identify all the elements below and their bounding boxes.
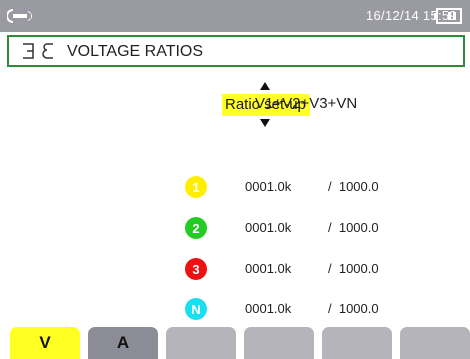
tab-empty-6[interactable] xyxy=(400,327,470,359)
ratio-row-2: 2 0001.0k / 1000.0 xyxy=(0,217,470,239)
wrench-icon[interactable] xyxy=(7,6,37,26)
tab-empty-5[interactable] xyxy=(322,327,392,359)
phase-3-badge: 3 xyxy=(185,258,207,280)
phase-n-badge: N xyxy=(185,298,207,320)
bottom-tab-bar: V A xyxy=(0,327,470,359)
tab-current[interactable]: A xyxy=(88,327,158,359)
ratio-row-1: 1 0001.0k / 1000.0 xyxy=(0,176,470,198)
secondary-voltage-value[interactable]: / 1000.0 xyxy=(328,220,379,235)
tab-empty-4[interactable] xyxy=(244,327,314,359)
secondary-voltage-value[interactable]: / 1000.0 xyxy=(328,261,379,276)
transformer-icon xyxy=(23,43,53,59)
secondary-voltage-value[interactable]: / 1000.0 xyxy=(328,179,379,194)
tab-voltage[interactable]: V xyxy=(10,327,80,359)
phase-1-badge: 1 xyxy=(185,176,207,198)
channels-selector[interactable]: V1+V2+V3+VN xyxy=(255,95,357,112)
primary-voltage-value[interactable]: 0001.0k xyxy=(245,301,291,316)
primary-voltage-value[interactable]: 0001.0k xyxy=(245,179,291,194)
ratio-row-n: N 0001.0k / 1000.0 xyxy=(0,298,470,320)
battery-icon xyxy=(434,8,462,24)
secondary-voltage-value[interactable]: / 1000.0 xyxy=(328,301,379,316)
primary-voltage-value[interactable]: 0001.0k xyxy=(245,261,291,276)
page-header: VOLTAGE RATIOS xyxy=(7,35,465,67)
arrow-down-icon[interactable] xyxy=(260,119,270,127)
ratio-row-3: 3 0001.0k / 1000.0 xyxy=(0,258,470,280)
arrow-up-icon[interactable] xyxy=(260,82,270,90)
tab-empty-3[interactable] xyxy=(166,327,236,359)
status-bar: 16/12/14 15:59 xyxy=(0,0,470,32)
page-title: VOLTAGE RATIOS xyxy=(67,43,204,60)
phase-2-badge: 2 xyxy=(185,217,207,239)
primary-voltage-value[interactable]: 0001.0k xyxy=(245,220,291,235)
